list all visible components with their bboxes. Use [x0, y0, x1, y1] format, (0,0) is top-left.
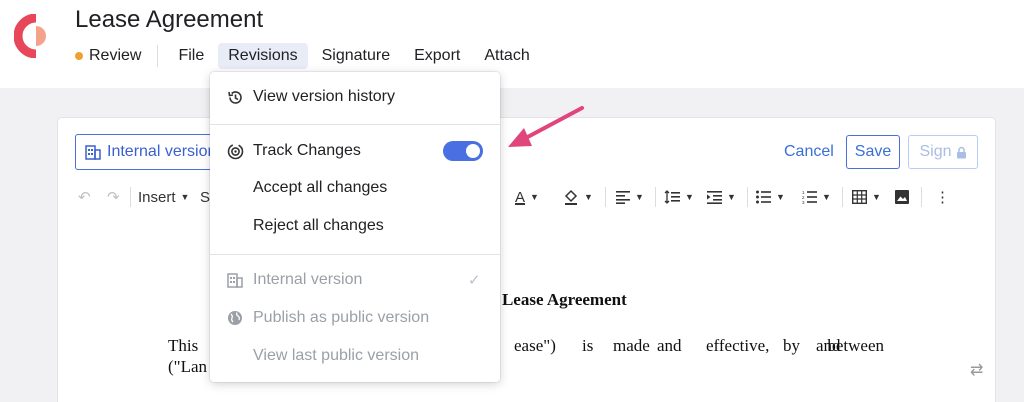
document-title: Lease Agreement	[75, 6, 264, 33]
indent-button[interactable]: ▼	[707, 183, 736, 211]
caret-down-icon: ▼	[180, 192, 190, 202]
status-dot-icon	[75, 52, 83, 60]
highlight-color-button[interactable]: ▼	[563, 183, 593, 211]
toggle-knob	[466, 144, 480, 158]
document-word: ease")	[514, 336, 556, 355]
document-word: between	[827, 336, 884, 355]
menu-item-reject-all-changes[interactable]: Reject all changes	[210, 209, 500, 243]
caret-down-icon: ▼	[530, 192, 539, 202]
menu-attach[interactable]: Attach	[474, 43, 539, 69]
table-icon	[852, 190, 867, 204]
document-word: This	[168, 336, 199, 355]
swap-arrows-icon[interactable]: ⇄	[970, 360, 983, 380]
app-logo-icon	[14, 14, 46, 58]
lock-icon	[956, 146, 966, 158]
status-indicator[interactable]: Review	[75, 45, 159, 67]
top-bar: Lease Agreement Review File Revisions Si…	[0, 0, 1024, 88]
caret-down-icon: ▼	[872, 192, 881, 202]
menu-item-label: View last public version	[253, 347, 420, 364]
image-button[interactable]	[895, 183, 909, 211]
style-dropdown[interactable]: S	[200, 183, 210, 211]
bullet-list-button[interactable]: ▼	[756, 183, 785, 211]
menu-item-label: Publish as public version	[253, 309, 430, 326]
insert-label: Insert	[138, 188, 176, 206]
menu-revisions[interactable]: Revisions	[218, 43, 308, 69]
globe-icon	[226, 309, 244, 327]
cancel-button[interactable]: Cancel	[784, 143, 834, 161]
revisions-dropdown-menu: View version history Track Changes Accep…	[210, 72, 500, 382]
caret-down-icon: ▼	[584, 192, 593, 202]
document-heading: l Lease Agreement	[493, 290, 627, 309]
document-word: by	[783, 336, 800, 355]
bullet-list-icon	[756, 190, 771, 204]
menu-item-publish-public-version: Publish as public version	[210, 301, 500, 335]
track-changes-toggle[interactable]	[443, 141, 483, 161]
caret-down-icon: ▼	[776, 192, 785, 202]
line-spacing-button[interactable]: ▼	[664, 183, 694, 211]
menu-divider	[210, 254, 500, 255]
menu-bar: Review File Revisions Signature Export A…	[75, 41, 540, 71]
menu-item-internal-version: Internal version ✓	[210, 263, 500, 297]
menu-item-track-changes[interactable]: Track Changes	[210, 134, 500, 168]
status-label: Review	[89, 47, 142, 64]
menu-item-label: Accept all changes	[253, 179, 388, 196]
toolbar-divider	[921, 187, 922, 207]
font-color-button[interactable]: A ▼	[515, 183, 539, 211]
toolbar-divider	[655, 187, 656, 207]
formatting-toolbar: ↶ ↷ Insert ▼ S A ▼ ▼ ▼ ▼ ▼ ▼ 1 2 3 ▼ ▼ ⋮	[75, 183, 955, 211]
track-changes-icon	[226, 142, 244, 160]
menu-item-label: View version history	[253, 88, 395, 105]
menu-item-label: Reject all changes	[253, 217, 384, 234]
document-word: made	[613, 336, 650, 355]
image-icon	[895, 190, 909, 204]
caret-down-icon: ▼	[822, 192, 831, 202]
table-button[interactable]: ▼	[852, 183, 881, 211]
numbered-list-button[interactable]: 1 2 3 ▼	[802, 183, 831, 211]
caret-down-icon: ▼	[685, 192, 694, 202]
internal-version-label: Internal version	[107, 143, 217, 160]
more-options-icon[interactable]: ⋮	[935, 183, 950, 211]
font-color-icon: A	[515, 188, 526, 206]
style-label: S	[200, 188, 211, 206]
document-paragraph-line: ("Lan	[168, 357, 208, 376]
toolbar-divider	[747, 187, 748, 207]
building-icon	[226, 271, 244, 289]
caret-down-icon: ▼	[635, 192, 644, 202]
insert-dropdown[interactable]: Insert ▼	[138, 183, 189, 211]
redo-icon[interactable]: ↷	[107, 183, 120, 211]
menu-item-label: Internal version	[253, 271, 363, 288]
align-button[interactable]: ▼	[616, 183, 644, 211]
document-word: effective,	[706, 336, 770, 355]
menu-signature[interactable]: Signature	[312, 43, 401, 69]
save-button[interactable]: Save	[846, 135, 900, 169]
menu-item-label: Track Changes	[253, 142, 361, 159]
toolbar-divider	[130, 187, 131, 207]
toolbar-divider	[842, 187, 843, 207]
history-icon	[226, 88, 244, 106]
svg-text:3: 3	[802, 200, 805, 204]
paint-bucket-icon	[564, 189, 578, 205]
menu-item-view-last-public-version: View last public version	[210, 339, 500, 373]
numbered-list-icon: 1 2 3	[802, 190, 817, 204]
building-icon	[85, 145, 101, 160]
menu-divider	[210, 124, 500, 125]
line-spacing-icon	[664, 190, 680, 204]
align-left-icon	[616, 191, 630, 204]
menu-item-view-version-history[interactable]: View version history	[210, 80, 500, 114]
annotation-arrow-icon	[508, 106, 584, 147]
document-word: is	[582, 336, 594, 355]
sign-button[interactable]: Sign	[908, 135, 978, 169]
internal-version-button[interactable]: Internal version	[75, 134, 225, 170]
caret-down-icon: ▼	[727, 192, 736, 202]
document-word: and	[657, 336, 682, 355]
toolbar-divider	[605, 187, 606, 207]
checkmark-icon: ✓	[468, 272, 481, 289]
menu-export[interactable]: Export	[404, 43, 470, 69]
sign-label: Sign	[919, 143, 952, 160]
menu-file[interactable]: File	[168, 43, 214, 69]
menu-item-accept-all-changes[interactable]: Accept all changes	[210, 171, 500, 205]
undo-icon[interactable]: ↶	[78, 183, 91, 211]
indent-icon	[707, 191, 722, 204]
